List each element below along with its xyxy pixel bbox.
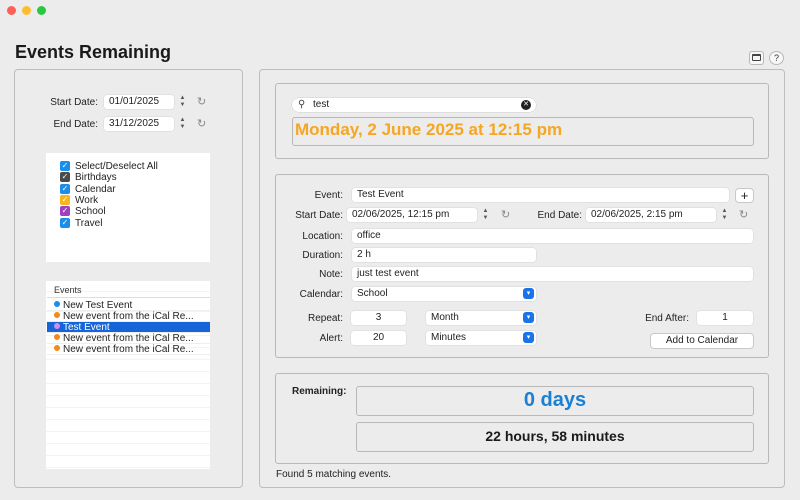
note-field[interactable]: just test event — [352, 267, 753, 281]
list-item[interactable]: New event from the iCal Re... — [47, 333, 210, 344]
location-field[interactable]: office — [352, 229, 753, 243]
calendar-color-dot-icon — [54, 345, 60, 351]
zoom-window-button[interactable] — [37, 6, 46, 15]
calendar-checkbox-label: Work — [75, 195, 99, 206]
end-date-label: End Date: — [537, 210, 582, 221]
checkbox-checked-icon: ✓ — [60, 218, 70, 229]
duration-label: Duration: — [302, 250, 343, 261]
event-title: Test Event — [63, 322, 110, 333]
calendar-checkbox-work[interactable]: ✓ Work — [60, 195, 98, 206]
calendar-label: Calendar: — [299, 289, 343, 300]
checkbox-checked-icon: ✓ — [60, 206, 70, 217]
calendar-select-value: School — [357, 288, 388, 299]
window-icon — [752, 54, 761, 61]
event-end-date-field[interactable]: 02/06/2025, 2:15 pm — [586, 208, 716, 222]
calendar-color-dot-icon — [54, 301, 60, 307]
remaining-time-box: 22 hours, 58 minutes — [356, 422, 754, 452]
list-item[interactable]: New event from the iCal Re... — [47, 344, 210, 355]
calendar-checkbox-label: Calendar — [75, 184, 116, 195]
selected-date-display: Monday, 2 June 2025 at 12:15 pm — [292, 117, 754, 146]
duration-field[interactable]: 2 h — [352, 248, 536, 262]
chevron-down-icon: ▾ — [523, 332, 534, 343]
location-label: Location: — [302, 231, 343, 242]
event-title: New Test Event — [63, 300, 133, 311]
search-value: test — [313, 99, 330, 110]
checkbox-checked-icon: ✓ — [60, 184, 70, 195]
end-after-field[interactable]: 1 — [697, 311, 753, 325]
remaining-label: Remaining: — [292, 386, 347, 397]
close-window-button[interactable] — [7, 6, 16, 15]
events-list-header: Events — [54, 285, 82, 295]
alert-value-field[interactable]: 20 — [351, 331, 406, 345]
minimize-window-button[interactable] — [22, 6, 31, 15]
event-start-date-stepper[interactable]: ▲ ▼ — [481, 208, 490, 222]
calendar-checkbox-select-all[interactable]: ✓ Select/Deselect All — [60, 161, 158, 172]
alert-label: Alert: — [319, 333, 343, 344]
repeat-unit-value: Month — [431, 312, 459, 323]
end-date-field[interactable]: 31/12/2025 — [104, 117, 174, 131]
remaining-days-box: 0 days — [356, 386, 754, 416]
chevron-down-icon: ▾ — [523, 288, 534, 299]
start-date-stepper[interactable]: ▲ ▼ — [178, 95, 187, 109]
event-label: Event: — [314, 190, 343, 201]
event-title: New event from the iCal Re... — [63, 344, 194, 355]
reset-end-date-icon[interactable]: ↻ — [197, 118, 206, 130]
reset-start-date-icon[interactable]: ↻ — [197, 96, 206, 108]
start-date-field[interactable]: 01/01/2025 — [104, 95, 174, 109]
end-after-label: End After: — [645, 313, 689, 324]
list-item-selected[interactable]: Test Event — [47, 322, 210, 333]
repeat-unit-select[interactable]: Month — [426, 311, 536, 325]
event-end-date-stepper[interactable]: ▲ ▼ — [720, 208, 729, 222]
end-date-label: End Date: — [53, 119, 98, 130]
status-text: Found 5 matching events. — [276, 469, 392, 480]
note-label: Note: — [319, 269, 343, 280]
checkbox-checked-icon: ✓ — [60, 172, 70, 183]
search-input[interactable]: ⚲ test ✕ — [292, 98, 536, 112]
chevron-down-icon: ▾ — [523, 312, 534, 323]
calendar-color-dot-icon — [54, 312, 60, 318]
calendar-checkbox-label: Select/Deselect All — [75, 161, 158, 172]
calendar-select[interactable]: School — [352, 287, 536, 301]
calendar-checkbox-label: Birthdays — [75, 172, 117, 183]
repeat-label: Repeat: — [307, 313, 343, 324]
sidebar-toggle-button[interactable] — [749, 51, 764, 65]
calendar-color-dot-icon — [54, 323, 60, 329]
divider — [47, 297, 210, 298]
calendar-checkbox-travel[interactable]: ✓ Travel — [60, 218, 102, 229]
end-date-stepper[interactable]: ▲ ▼ — [178, 117, 187, 131]
calendar-checkbox-birthdays[interactable]: ✓ Birthdays — [60, 172, 117, 183]
list-item[interactable]: New event from the iCal Re... — [47, 311, 210, 322]
start-date-label: Start Date: — [50, 97, 98, 108]
selected-date-text: Monday, 2 June 2025 at 12:15 pm — [295, 120, 563, 139]
clear-search-icon[interactable]: ✕ — [521, 100, 531, 110]
add-to-calendar-button[interactable]: Add to Calendar — [650, 333, 754, 349]
event-start-date-field[interactable]: 02/06/2025, 12:15 pm — [347, 208, 477, 222]
reset-event-start-icon[interactable]: ↻ — [501, 209, 510, 221]
calendar-checkbox-label: Travel — [75, 218, 103, 229]
calendar-checkbox-calendar[interactable]: ✓ Calendar — [60, 184, 116, 195]
calendar-checkbox-school[interactable]: ✓ School — [60, 206, 106, 217]
list-item[interactable]: New Test Event — [47, 300, 210, 311]
event-title: New event from the iCal Re... — [63, 311, 194, 322]
alert-unit-value: Minutes — [431, 332, 467, 343]
reset-event-end-icon[interactable]: ↻ — [739, 209, 748, 221]
checkbox-checked-icon: ✓ — [60, 195, 70, 206]
calendar-color-dot-icon — [54, 334, 60, 340]
remaining-days-value: 0 days — [523, 389, 587, 411]
start-date-label: Start Date: — [295, 210, 343, 221]
event-name-field[interactable]: Test Event — [352, 188, 729, 202]
alert-unit-select[interactable]: Minutes — [426, 331, 536, 345]
checkbox-checked-icon: ✓ — [60, 161, 70, 172]
remaining-time-value: 22 hours, 58 minutes — [485, 428, 625, 444]
search-icon: ⚲ — [298, 99, 306, 110]
event-title: New event from the iCal Re... — [63, 333, 194, 344]
page-title: Events Remaining — [15, 42, 172, 62]
calendar-checkbox-label: School — [75, 206, 106, 217]
repeat-count-field[interactable]: 3 — [351, 311, 406, 325]
add-event-button[interactable]: + — [735, 188, 754, 203]
help-button[interactable]: ? — [769, 51, 784, 65]
